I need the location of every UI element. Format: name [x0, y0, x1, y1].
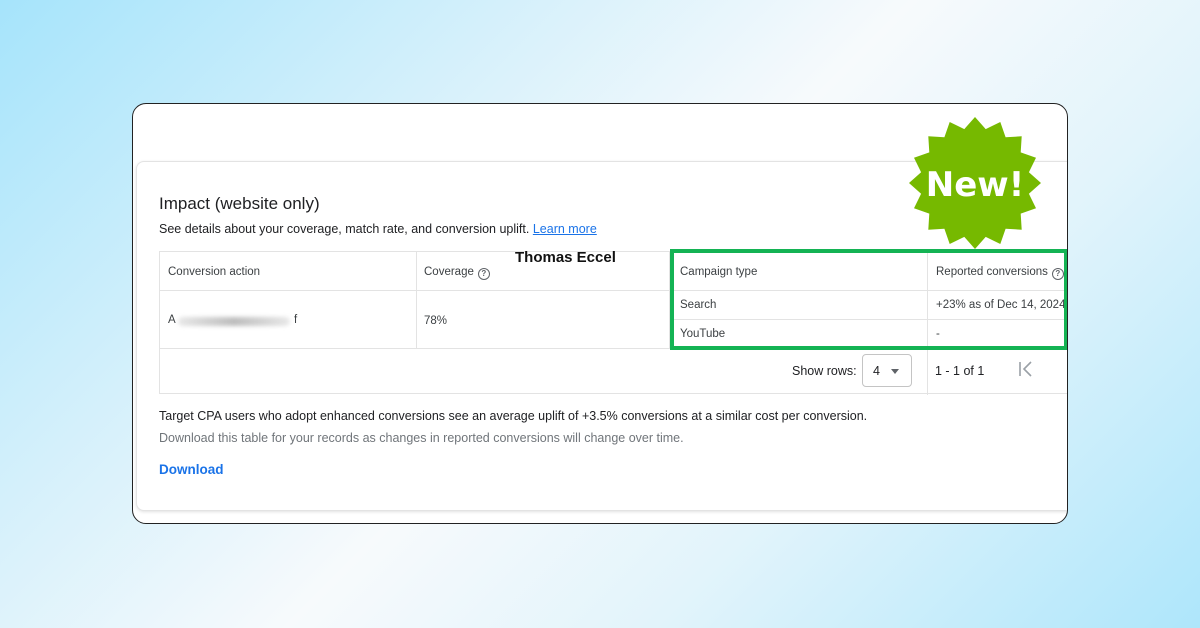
redacted-action-name [178, 317, 290, 326]
uplift-text: Target CPA users who adopt enhanced conv… [159, 409, 868, 423]
header-coverage-label: Coverage [424, 266, 474, 278]
col-divider [416, 252, 417, 348]
header-conversion-action: Conversion action [168, 266, 261, 278]
conversion-action-end: f [294, 314, 298, 326]
learn-more-link[interactable]: Learn more [533, 222, 597, 236]
section-subtitle: See details about your coverage, match r… [159, 222, 597, 236]
highlight-box [670, 249, 1067, 350]
new-badge: New! [909, 117, 1041, 249]
author-watermark: Thomas Eccel [515, 249, 616, 266]
section-title: Impact (website only) [159, 194, 320, 213]
download-note: Download this table for your records as … [159, 431, 684, 445]
help-icon[interactable]: ? [477, 268, 490, 280]
rows-per-page-value: 4 [873, 364, 880, 378]
download-link[interactable]: Download [159, 462, 224, 477]
coverage-value: 78% [424, 315, 448, 327]
header-coverage: Coverage? [424, 266, 490, 280]
caret-down-icon [891, 369, 899, 374]
pagination-range: 1 - 1 of 1 [935, 364, 985, 378]
rows-per-page-select[interactable]: 4 [862, 354, 912, 387]
show-rows-label: Show rows: [792, 364, 857, 378]
first-page-icon[interactable] [1017, 360, 1037, 378]
new-badge-text: New! [926, 165, 1024, 205]
conversion-action-start: A [168, 314, 176, 326]
subtitle-text: See details about your coverage, match r… [159, 222, 530, 236]
